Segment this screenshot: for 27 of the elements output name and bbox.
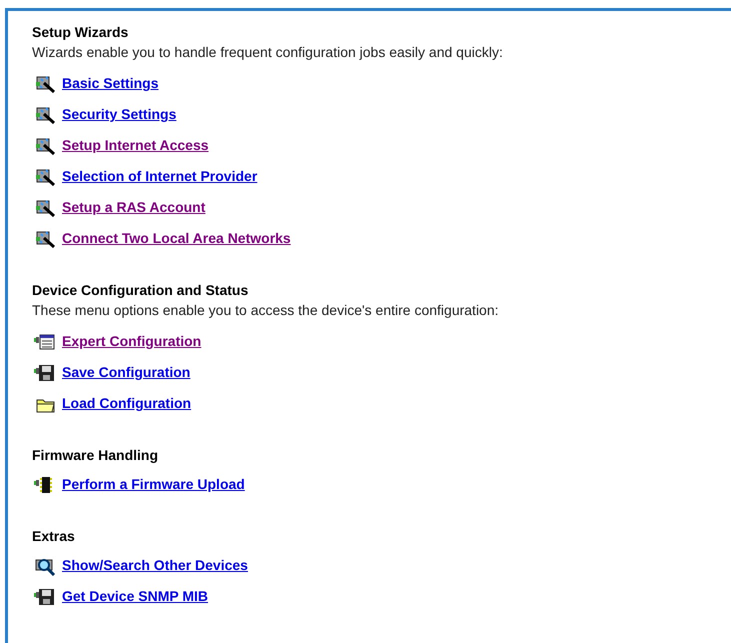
section-heading: Firmware Handling — [32, 446, 160, 465]
wand-icon — [34, 198, 56, 218]
wand-icon — [34, 104, 56, 124]
section-description: These menu options enable you to access the device's entire configuration: — [32, 301, 500, 320]
wand-icon — [34, 136, 56, 156]
section-heading: Extras — [32, 527, 76, 546]
wand-icon — [34, 228, 56, 248]
floppy-disk-icon — [34, 362, 56, 382]
section-heading: Device Configuration and Status — [32, 281, 250, 300]
link[interactable]: Perform a Firmware Upload — [62, 474, 245, 495]
floppy-disk-icon — [34, 586, 56, 606]
wand-icon — [34, 74, 56, 94]
link[interactable]: Get Device SNMP MIB — [62, 586, 208, 607]
wand-icon — [34, 166, 56, 186]
link[interactable]: Basic Settings — [62, 73, 158, 94]
link[interactable]: Selection of Internet Provider — [62, 166, 258, 187]
link[interactable]: Connect Two Local Area Networks — [62, 228, 291, 249]
link[interactable]: Security Settings — [62, 104, 176, 125]
link[interactable]: Expert Configuration — [62, 331, 202, 352]
link[interactable]: Save Configuration — [62, 362, 190, 383]
link[interactable]: Setup a RAS Account — [62, 197, 206, 218]
section-heading: Setup Wizards — [32, 23, 130, 42]
link[interactable]: Load Configuration — [62, 393, 192, 414]
section-description: Wizards enable you to handle frequent configuration jobs easily and quickly: — [32, 43, 504, 62]
document-icon — [34, 332, 56, 352]
link[interactable]: Setup Internet Access — [62, 135, 209, 156]
link[interactable]: Show/Search Other Devices — [62, 555, 248, 576]
